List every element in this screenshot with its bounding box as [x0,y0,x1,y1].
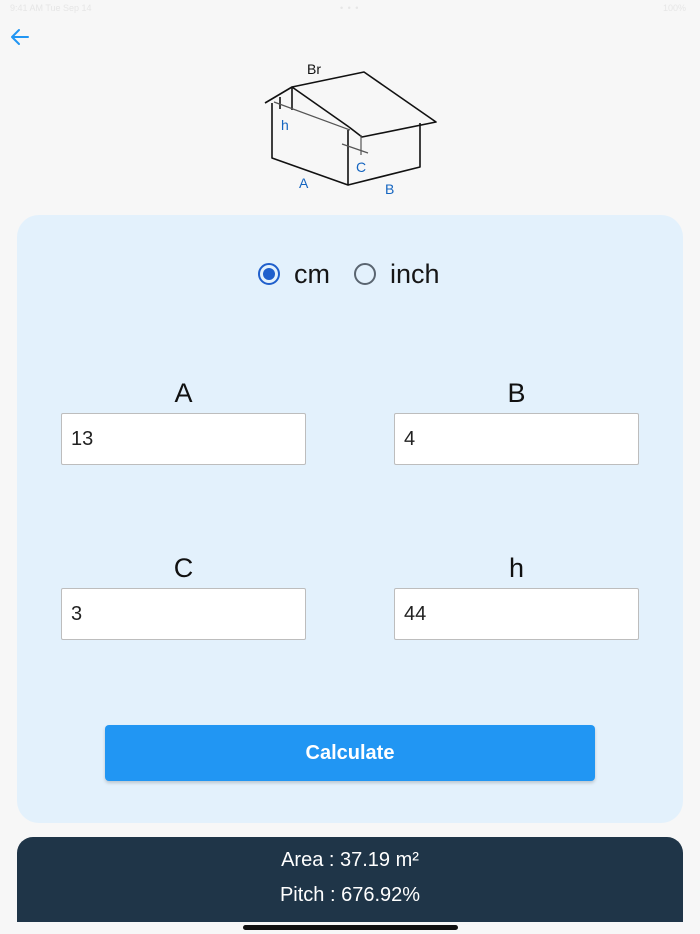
status-dots: • • • [340,3,360,13]
diagram-label-br: Br [307,61,321,77]
field-label-b: B [507,378,526,408]
status-bar: 9:41 AM Tue Sep 14 • • • 100% [0,0,700,20]
radio-dot [263,268,275,280]
unit-label-inch: inch [390,258,440,289]
area-result: Area : 37.19 m² [281,849,419,871]
field-c-input[interactable] [61,588,306,640]
diagram-label-b: B [385,181,394,197]
pitch-result: Pitch : 676.92% [279,884,421,906]
house-roof-icon: Br h C A B [264,61,437,197]
diagram-label-c: C [356,159,366,175]
field-label-c: C [173,553,194,583]
unit-label-cm: cm [294,258,330,289]
radio-cm[interactable] [258,263,280,285]
back-button[interactable] [6,24,34,50]
field-label-a: A [174,378,193,408]
home-indicator [243,925,458,930]
results-panel: Area : 37.19 m² Pitch : 676.92% [17,837,683,922]
unit-option-cm[interactable]: cm [258,259,354,290]
field-label-h: h [508,553,525,583]
unit-option-inch[interactable]: inch [354,259,440,290]
arrow-left-icon [11,29,29,45]
field-b-input[interactable] [394,413,639,465]
field-h-input[interactable] [394,588,639,640]
diagram-label-a: A [299,175,309,191]
unit-selector: cm inch [258,257,440,291]
status-battery: 100% [662,3,686,13]
diagram-label-h: h [281,117,289,133]
field-a-input[interactable] [61,413,306,465]
status-time: 9:41 AM Tue Sep 14 [10,3,92,13]
radio-inch[interactable] [354,263,376,285]
calculate-button[interactable]: Calculate [105,725,595,781]
